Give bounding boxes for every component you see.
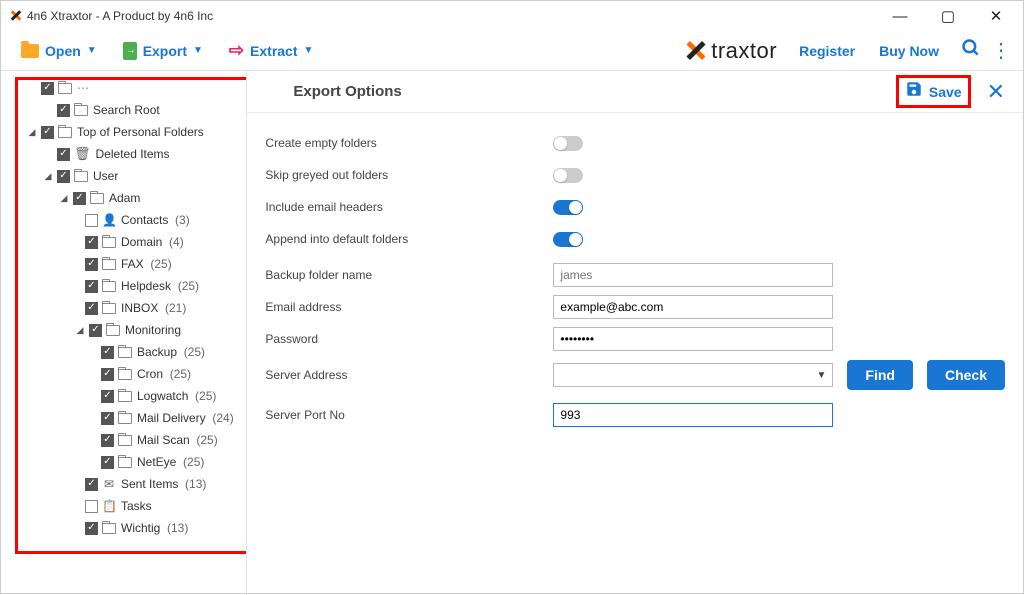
label: Top of Personal Folders [77,125,204,139]
save-label: Save [929,84,962,100]
close-panel-button[interactable]: ✕ [987,79,1005,105]
tree-item-mail-scan[interactable]: ✓Mail Scan (25) [1,429,246,451]
email-input[interactable] [553,295,833,319]
export-menu[interactable]: Export ▼ [115,36,211,66]
caret-down-icon: ▼ [193,45,203,56]
label-email: Email address [265,300,553,314]
tree-item-user[interactable]: ◢✓User [1,165,246,187]
label-backup-folder: Backup folder name [265,268,553,282]
label: Mail Scan [137,433,190,447]
tree-item-tasks[interactable]: 📋 Tasks [1,495,246,517]
label: Search Root [93,103,160,117]
check-button[interactable]: Check [927,360,1005,390]
kebab-menu-icon[interactable]: ⋮ [991,38,1011,63]
extract-menu[interactable]: ⇨ Extract ▼ [221,34,321,67]
panel-header: Export Options Save ✕ [247,71,1023,113]
window-title: 4n6 Xtraxtor - A Product by 4n6 Inc [27,9,885,23]
brand-x-icon [685,40,707,62]
export-label: Export [143,43,187,59]
tree-item-helpdesk[interactable]: ✓Helpdesk (25) [1,275,246,297]
label: Tasks [121,499,152,513]
tree-item-top-folders[interactable]: ◢✓Top of Personal Folders [1,121,246,143]
brand-text: traxtor [711,38,777,64]
tree-item-fax[interactable]: ✓FAX (25) [1,253,246,275]
tree-item-domain[interactable]: ✓Domain (4) [1,231,246,253]
tree-item-cron[interactable]: ✓Cron (25) [1,363,246,385]
label: NetEye [137,455,176,469]
extract-label: Extract [250,43,297,59]
export-icon [123,42,137,60]
label: INBOX [121,301,158,315]
label-skip-greyed: Skip greyed out folders [265,168,553,182]
tree-item-sent[interactable]: ✓✉Sent Items (13) [1,473,246,495]
tree-item[interactable]: ▶✓⋯ [1,77,246,99]
label: Backup [137,345,177,359]
search-icon[interactable] [961,38,981,64]
main-toolbar: Open ▼ Export ▼ ⇨ Extract ▼ traxtor Regi… [1,31,1023,71]
minimize-button[interactable]: — [885,9,915,24]
tree-item-deleted[interactable]: ▶✓🗑Deleted Items [1,143,246,165]
label: User [93,169,118,183]
server-address-combo[interactable]: ▼ [553,363,833,387]
panel-title: Export Options [293,83,401,100]
label-create-empty: Create empty folders [265,136,553,150]
label: Sent Items [121,477,178,491]
backup-folder-input[interactable] [553,263,833,287]
extract-icon: ⇨ [229,40,244,61]
brand-logo: traxtor [685,38,777,64]
caret-down-icon: ▼ [87,45,97,56]
label: Cron [137,367,163,381]
register-link[interactable]: Register [799,43,855,59]
password-input[interactable] [553,327,833,351]
tree-item-inbox[interactable]: ✓INBOX (21) [1,297,246,319]
label: FAX [121,257,144,271]
tree-item-mail-delivery[interactable]: ✓Mail Delivery (24) [1,407,246,429]
label: Mail Delivery [137,411,206,425]
app-logo-icon [9,9,23,23]
close-window-button[interactable]: ✕ [981,9,1011,24]
find-button[interactable]: Find [847,360,913,390]
buy-now-link[interactable]: Buy Now [879,43,939,59]
caret-down-icon: ▼ [304,45,314,56]
window-titlebar: 4n6 Xtraxtor - A Product by 4n6 Inc — ▢ … [1,1,1023,31]
label-append-default: Append into default folders [265,232,553,246]
label-password: Password [265,332,553,346]
label: Helpdesk [121,279,171,293]
save-button[interactable]: Save [896,75,971,108]
folder-open-icon [21,44,39,58]
open-label: Open [45,43,81,59]
tree-item-adam[interactable]: ◢✓Adam [1,187,246,209]
toggle-skip-greyed[interactable] [553,168,583,183]
label: Deleted Items [96,147,170,161]
tree-item-neteye[interactable]: ✓NetEye (25) [1,451,246,473]
label: Monitoring [125,323,181,337]
sent-icon: ✉ [102,477,116,491]
tree-item-logwatch[interactable]: ✓Logwatch (25) [1,385,246,407]
tree-item-monitoring[interactable]: ◢✓Monitoring [1,319,246,341]
open-menu[interactable]: Open ▼ [13,37,105,65]
toggle-append-default[interactable] [553,232,583,247]
toggle-create-empty[interactable] [553,136,583,151]
maximize-button[interactable]: ▢ [933,9,963,24]
toggle-include-headers[interactable] [553,200,583,215]
label-server-address: Server Address [265,368,553,382]
tree-item-search-root[interactable]: ▶✓Search Root [1,99,246,121]
label-server-port: Server Port No [265,408,553,422]
tree-item-contacts[interactable]: 👤Contacts (3) [1,209,246,231]
label: Wichtig [121,521,160,535]
tree-item-wichtig[interactable]: ✓Wichtig (13) [1,517,246,539]
label: Contacts [121,213,168,227]
trash-icon: 🗑 [74,146,91,162]
tasks-icon: 📋 [102,499,116,513]
label: Domain [121,235,162,249]
tree-item-backup[interactable]: ✓Backup (25) [1,341,246,363]
label: Adam [109,191,140,205]
save-icon [905,80,923,103]
label: Logwatch [137,389,188,403]
server-port-input[interactable] [553,403,833,427]
folder-tree-sidebar: ▶✓⋯ ▶✓Search Root ◢✓Top of Personal Fold… [1,71,247,595]
chevron-down-icon: ▼ [811,370,833,381]
label-include-headers: Include email headers [265,200,553,214]
contacts-icon: 👤 [102,213,116,227]
